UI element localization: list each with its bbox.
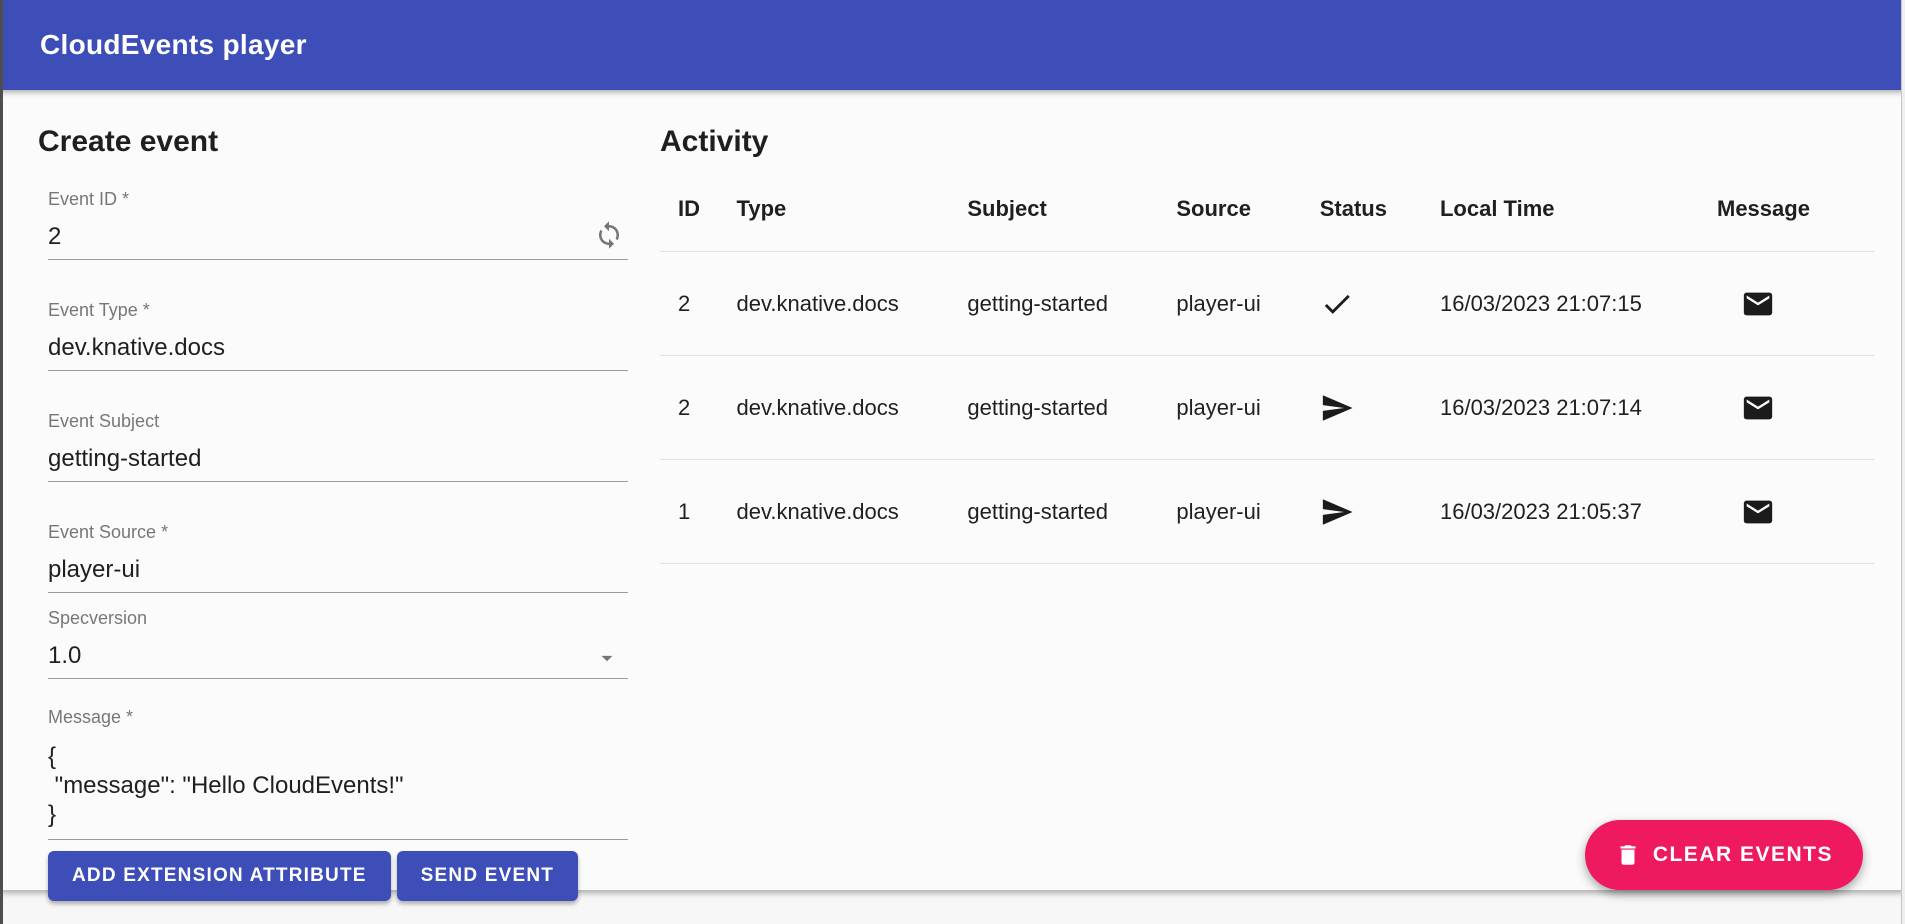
- cell-local-time: 16/03/2023 21:07:15: [1440, 291, 1717, 317]
- app-bar: CloudEvents player: [0, 0, 1905, 90]
- cell-id: 2: [660, 291, 737, 317]
- mail-icon[interactable]: [1741, 495, 1775, 529]
- event-subject-label: Event Subject: [48, 412, 628, 430]
- event-source-label: Event Source *: [48, 523, 628, 541]
- message-textarea[interactable]: { "message": "Hello CloudEvents!" }: [48, 742, 628, 839]
- event-id-label: Event ID *: [48, 190, 628, 208]
- cell-status: [1320, 495, 1440, 529]
- column-header-subject: Subject: [967, 196, 1176, 222]
- cell-subject: getting-started: [967, 499, 1176, 525]
- cell-source: player-ui: [1176, 291, 1319, 317]
- cell-status: [1320, 287, 1440, 321]
- cell-subject: getting-started: [967, 395, 1176, 421]
- column-header-local-time: Local Time: [1440, 196, 1717, 222]
- specversion-value[interactable]: 1.0: [48, 643, 628, 678]
- send-event-button[interactable]: SEND EVENT: [397, 851, 578, 901]
- cell-message: [1717, 391, 1875, 425]
- activity-panel: Activity ID Type Subject Source Status L…: [630, 90, 1905, 890]
- table-header-row: ID Type Subject Source Status Local Time…: [660, 166, 1875, 252]
- event-source-input[interactable]: player-ui: [48, 557, 628, 592]
- event-source-field[interactable]: Event Source * player-ui: [48, 523, 628, 593]
- form-actions: ADD EXTENSION ATTRIBUTE SEND EVENT: [48, 851, 628, 901]
- column-header-status: Status: [1320, 196, 1440, 222]
- send-icon: [1320, 391, 1354, 425]
- cell-message: [1717, 287, 1875, 321]
- main-content: Create event Event ID * 2 Event Type * d…: [0, 90, 1905, 890]
- cell-source: player-ui: [1176, 395, 1319, 421]
- message-field[interactable]: Message * { "message": "Hello CloudEvent…: [48, 708, 628, 840]
- clear-events-button[interactable]: CLEAR EVENTS: [1585, 820, 1863, 890]
- table-body: 2 dev.knative.docs getting-started playe…: [660, 252, 1875, 564]
- column-header-id: ID: [660, 196, 737, 222]
- app-title: CloudEvents player: [40, 29, 307, 61]
- check-icon: [1320, 287, 1354, 321]
- trash-icon: [1615, 842, 1641, 868]
- column-header-type: Type: [737, 196, 968, 222]
- event-type-input[interactable]: dev.knative.docs: [48, 335, 628, 370]
- table-row: 2 dev.knative.docs getting-started playe…: [660, 356, 1875, 460]
- specversion-label: Specversion: [48, 609, 628, 627]
- mail-icon[interactable]: [1741, 391, 1775, 425]
- event-id-input[interactable]: 2: [48, 224, 628, 259]
- event-type-field[interactable]: Event Type * dev.knative.docs: [48, 301, 628, 371]
- column-header-message: Message: [1717, 196, 1875, 222]
- cell-source: player-ui: [1176, 499, 1319, 525]
- create-event-title: Create event: [38, 126, 630, 158]
- column-header-source: Source: [1176, 196, 1319, 222]
- cell-type: dev.knative.docs: [737, 395, 968, 421]
- cell-type: dev.knative.docs: [737, 499, 968, 525]
- cell-type: dev.knative.docs: [737, 291, 968, 317]
- event-id-field[interactable]: Event ID * 2: [48, 190, 628, 260]
- send-icon: [1320, 495, 1354, 529]
- create-event-form: Event ID * 2 Event Type * dev.knative.do…: [48, 190, 628, 901]
- activity-table: ID Type Subject Source Status Local Time…: [660, 166, 1875, 564]
- add-extension-attribute-button[interactable]: ADD EXTENSION ATTRIBUTE: [48, 851, 391, 901]
- dropdown-caret-icon: [594, 645, 620, 676]
- specversion-select[interactable]: Specversion 1.0: [48, 609, 628, 679]
- cell-id: 1: [660, 499, 737, 525]
- mail-icon[interactable]: [1741, 287, 1775, 321]
- message-label: Message *: [48, 708, 628, 726]
- activity-title: Activity: [660, 126, 1875, 158]
- scrollbar[interactable]: [1901, 0, 1905, 924]
- cell-local-time: 16/03/2023 21:05:37: [1440, 499, 1717, 525]
- create-event-panel: Create event Event ID * 2 Event Type * d…: [0, 90, 630, 890]
- clear-events-label: CLEAR EVENTS: [1653, 843, 1833, 867]
- table-row: 1 dev.knative.docs getting-started playe…: [660, 460, 1875, 564]
- cell-id: 2: [660, 395, 737, 421]
- window-edge: [0, 0, 3, 924]
- event-subject-input[interactable]: getting-started: [48, 446, 628, 481]
- sync-icon[interactable]: [594, 220, 624, 255]
- cell-local-time: 16/03/2023 21:07:14: [1440, 395, 1717, 421]
- event-type-label: Event Type *: [48, 301, 628, 319]
- cell-subject: getting-started: [967, 291, 1176, 317]
- event-subject-field[interactable]: Event Subject getting-started: [48, 412, 628, 482]
- cell-status: [1320, 391, 1440, 425]
- table-row: 2 dev.knative.docs getting-started playe…: [660, 252, 1875, 356]
- cell-message: [1717, 495, 1875, 529]
